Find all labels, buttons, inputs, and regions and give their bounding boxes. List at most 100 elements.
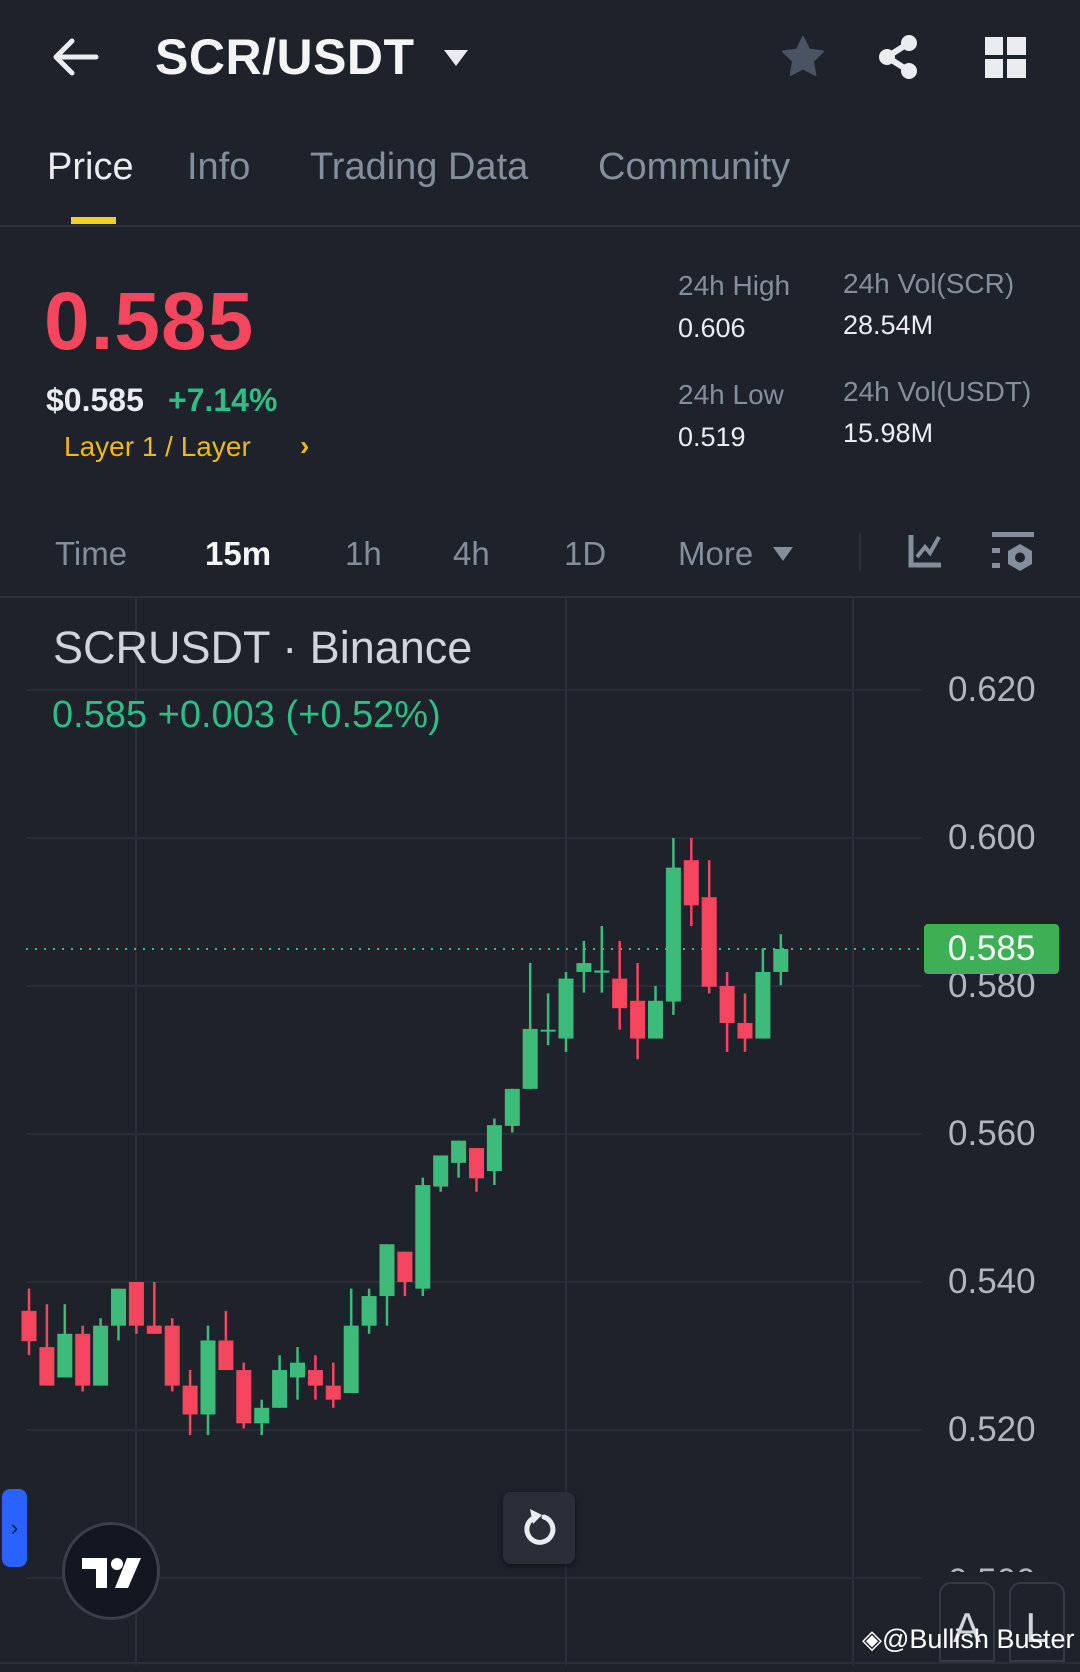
pair-dropdown-caret[interactable] xyxy=(442,48,470,73)
price-axis-label: 0.560 xyxy=(948,1114,1036,1153)
candle-body xyxy=(39,1347,55,1386)
interval-1d[interactable]: 1D xyxy=(564,535,606,573)
layout-grid-button[interactable] xyxy=(985,37,1026,83)
candle-body xyxy=(254,1407,270,1424)
price-axis-label: 0.600 xyxy=(948,818,1036,857)
more-caret-icon[interactable] xyxy=(772,546,794,567)
back-button[interactable] xyxy=(50,35,100,79)
last-price: 0.585 xyxy=(44,276,255,367)
share-button[interactable] xyxy=(876,33,922,86)
candle-down xyxy=(75,1325,91,1392)
candle-body xyxy=(397,1251,413,1282)
candle-body xyxy=(236,1370,252,1424)
candle-body xyxy=(701,897,717,987)
tradingview-logo[interactable] xyxy=(62,1522,160,1620)
vol-quote-label: 24h Vol(USDT) xyxy=(843,376,1032,407)
star-icon xyxy=(781,35,825,76)
candle-down xyxy=(701,860,717,994)
tab-trading-data[interactable]: Trading Data xyxy=(310,146,528,189)
interval-1h[interactable]: 1h xyxy=(345,535,382,573)
candle-body xyxy=(486,1125,502,1171)
candle-body xyxy=(451,1140,467,1163)
candle-body xyxy=(755,971,771,1039)
interval-15m[interactable]: 15m xyxy=(205,535,271,573)
watermark-text: @Bullish Buster xyxy=(882,1624,1075,1654)
candle-body xyxy=(612,978,628,1009)
candle-body xyxy=(290,1362,305,1378)
candle-up xyxy=(558,971,574,1052)
candle-up xyxy=(648,986,663,1039)
candle-up xyxy=(415,1177,431,1297)
category-link[interactable]: Layer 1 / Layer xyxy=(64,431,251,463)
candle-up xyxy=(433,1155,449,1192)
tab-info[interactable]: Info xyxy=(187,146,250,189)
interval-divider xyxy=(859,533,861,571)
tab-price[interactable]: Price xyxy=(47,146,134,189)
last-price-tag: 0.585 xyxy=(924,924,1059,974)
candle-down xyxy=(218,1310,234,1371)
candle-body xyxy=(128,1282,144,1326)
candle-up xyxy=(290,1347,305,1400)
pair-title[interactable]: SCR/USDT xyxy=(155,28,415,86)
candle-up xyxy=(755,948,771,1039)
candle-down xyxy=(737,993,753,1052)
reset-chart-button[interactable] xyxy=(503,1492,575,1564)
candle-body xyxy=(57,1333,73,1378)
candle-body xyxy=(504,1088,520,1126)
candle-up xyxy=(93,1318,109,1386)
candle-down xyxy=(128,1282,144,1334)
candle-down xyxy=(325,1362,341,1408)
candle-up xyxy=(665,838,681,1015)
active-tab-indicator xyxy=(71,217,116,224)
chart-indicator-icon xyxy=(908,535,941,568)
candle-body xyxy=(307,1370,323,1386)
candle-body xyxy=(200,1340,216,1415)
vol-base-label: 24h Vol(SCR) xyxy=(843,268,1015,299)
candle-up xyxy=(111,1288,126,1341)
candle-down xyxy=(164,1318,180,1392)
candle-body xyxy=(182,1385,198,1415)
binance-square-icon: ◈ xyxy=(862,1624,882,1654)
candlestick-chart[interactable] xyxy=(0,0,1080,1665)
candle-up xyxy=(576,940,592,993)
candle-body xyxy=(164,1325,180,1386)
side-panel-toggle[interactable]: › xyxy=(2,1489,27,1567)
candle-up xyxy=(272,1355,288,1408)
candle-body xyxy=(21,1310,37,1342)
candle-body xyxy=(594,970,610,973)
share-icon xyxy=(879,35,917,79)
chart-ohlc-summary: 0.585 +0.003 (+0.52%) xyxy=(52,694,441,736)
candle-down xyxy=(469,1148,484,1192)
dropdown-caret-icon xyxy=(444,50,468,66)
interval-more[interactable]: More xyxy=(678,535,753,573)
candle-down xyxy=(182,1370,198,1436)
tabs-divider xyxy=(0,225,1080,227)
candle-down xyxy=(719,971,735,1052)
candle-up xyxy=(379,1244,395,1326)
candle-body xyxy=(522,1028,538,1089)
reset-icon xyxy=(524,1509,556,1545)
candle-body xyxy=(218,1340,234,1371)
candle-body xyxy=(665,867,681,1002)
chart-settings-button[interactable] xyxy=(992,530,1034,579)
candle-down xyxy=(683,838,699,927)
usd-price: $0.585 xyxy=(46,382,144,418)
price-axis-label: 0.620 xyxy=(948,670,1036,709)
candle-down xyxy=(307,1355,323,1400)
candle-body xyxy=(361,1296,377,1326)
indicator-button[interactable] xyxy=(908,533,942,574)
tab-community[interactable]: Community xyxy=(598,146,790,189)
interval-4h[interactable]: 4h xyxy=(453,535,490,573)
interval-time[interactable]: Time xyxy=(55,535,127,573)
candle-body xyxy=(343,1325,359,1393)
candle-body xyxy=(648,1000,663,1039)
candle-body xyxy=(433,1155,449,1187)
chevron-right-icon[interactable]: › xyxy=(300,430,309,462)
candle-body xyxy=(630,1000,646,1039)
candle-body xyxy=(325,1385,341,1400)
favorite-button[interactable] xyxy=(780,35,826,84)
interval-bar-divider xyxy=(0,596,1080,598)
high-value: 0.606 xyxy=(678,313,746,343)
candle-body xyxy=(272,1370,288,1408)
candle-down xyxy=(630,963,646,1060)
